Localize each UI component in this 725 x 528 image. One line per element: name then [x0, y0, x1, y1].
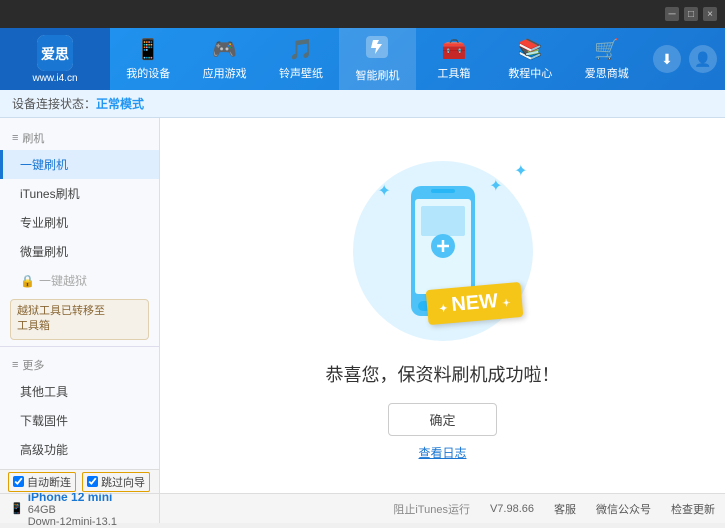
success-graphic: ✦ ✦ NEW ✦ — [343, 151, 543, 351]
sparkle-3: ✦ — [514, 161, 527, 181]
more-section: ≡ 更多 其他工具 下载固件 高级功能 — [0, 353, 159, 464]
sidebar-item-pro-flash[interactable]: 专业刷机 — [0, 208, 159, 237]
device-capacity: 64GB — [28, 504, 117, 516]
wizard-link[interactable]: 查看日志 — [418, 444, 466, 461]
content-area: ✦ ✦ NEW ✦ 恭喜您，保资料刷机成功啦！ 确定 查看日志 — [160, 118, 725, 493]
skip-wizard-text: 跳过向导 — [101, 474, 145, 490]
skip-wizard-label[interactable]: 跳过向导 — [82, 472, 150, 492]
status-value: 正常模式 — [96, 95, 144, 112]
nav-my-device[interactable]: 📱 我的设备 — [110, 28, 186, 90]
toolbox-icon: 🧰 — [441, 37, 466, 62]
flash-section-icon: ≡ — [12, 132, 18, 144]
lock-icon: 🔒 — [20, 274, 35, 288]
status-label: 设备连接状态： — [12, 95, 96, 112]
sparkle-2: ✦ — [489, 176, 502, 196]
wechat-public-link[interactable]: 微信公众号 — [596, 501, 651, 517]
header-right: ⬇ 👤 — [645, 28, 725, 90]
more-section-title: ≡ 更多 — [0, 353, 159, 377]
version-text: V7.98.66 — [490, 503, 534, 515]
nav-store[interactable]: 🛒 爱思商城 — [569, 28, 645, 90]
minimize-button[interactable]: ─ — [665, 7, 679, 21]
itunes-running-text: 阻止iTunes运行 — [393, 501, 470, 517]
more-section-label: 更多 — [22, 357, 44, 373]
apps-games-icon: 🎮 — [212, 37, 237, 62]
bottom-bar: 📱 iPhone 12 mini 64GB Down-12mini-13.1 自… — [0, 493, 725, 523]
sidebar: ≡ 刷机 一键刷机 iTunes刷机 专业刷机 微量刷机 🔒 一键越狱 越狱工具… — [0, 118, 160, 493]
sidebar-item-other-tools[interactable]: 其他工具 — [0, 377, 159, 406]
skip-wizard-checkbox[interactable] — [87, 476, 98, 487]
customer-service-link[interactable]: 客服 — [554, 501, 576, 517]
ringtone-label: 铃声壁纸 — [279, 65, 323, 81]
apps-games-label: 应用游戏 — [203, 65, 247, 81]
jailbreak-label: 一键越狱 — [39, 272, 87, 289]
device-info: iPhone 12 mini 64GB Down-12mini-13.1 — [28, 490, 117, 528]
device-version: Down-12mini-13.1 — [28, 516, 117, 528]
flash-section-label: 刷机 — [22, 130, 44, 146]
ringtone-icon: 🎵 — [289, 37, 314, 62]
nav-apps-games[interactable]: 🎮 应用游戏 — [186, 28, 262, 90]
check-update-link[interactable]: 检查更新 — [671, 501, 715, 517]
jailbreak-note: 越狱工具已转移至 工具箱 — [10, 299, 149, 340]
logo-area[interactable]: 爱思 www.i4.cn — [0, 28, 110, 90]
nav-ringtone[interactable]: 🎵 铃声壁纸 — [263, 28, 339, 90]
sparkle-1: ✦ — [378, 181, 391, 201]
tutorial-label: 教程中心 — [508, 65, 552, 81]
auto-disconnect-checkbox[interactable] — [13, 476, 24, 487]
sidebar-divider — [0, 346, 159, 347]
sidebar-item-one-key-flash[interactable]: 一键刷机 — [0, 150, 159, 179]
nav-tutorial[interactable]: 📚 教程中心 — [492, 28, 568, 90]
itunes-status-area: 📱 iPhone 12 mini 64GB Down-12mini-13.1 — [0, 494, 160, 523]
logo-icon: 爱思 — [37, 35, 73, 71]
flash-section-title: ≡ 刷机 — [0, 126, 159, 150]
version-area: 阻止iTunes运行 V7.98.66 客服 微信公众号 检查更新 — [160, 501, 725, 517]
titlebar: ─ □ × — [0, 0, 725, 28]
tutorial-icon: 📚 — [518, 37, 543, 62]
nav-smart-flash[interactable]: 智能刷机 — [339, 28, 415, 90]
nav-items: 📱 我的设备 🎮 应用游戏 🎵 铃声壁纸 智能刷机 🧰 工具箱 📚 — [110, 28, 645, 90]
new-badge: NEW — [426, 281, 524, 324]
logo-url: www.i4.cn — [32, 73, 77, 84]
sidebar-item-itunes-flash[interactable]: iTunes刷机 — [0, 179, 159, 208]
maximize-button[interactable]: □ — [684, 7, 698, 21]
close-button[interactable]: × — [703, 7, 717, 21]
download-button[interactable]: ⬇ — [653, 45, 681, 73]
sidebar-item-advanced[interactable]: 高级功能 — [0, 435, 159, 464]
circle-background: ✦ ✦ NEW — [353, 161, 533, 341]
checkbox-area: 自动断连 跳过向导 — [0, 469, 160, 493]
my-device-icon: 📱 — [136, 37, 161, 62]
flash-section: ≡ 刷机 一键刷机 iTunes刷机 专业刷机 微量刷机 🔒 一键越狱 越狱工具… — [0, 126, 159, 340]
success-message: 恭喜您，保资料刷机成功啦！ — [326, 361, 560, 387]
sidebar-item-download-firmware[interactable]: 下载固件 — [0, 406, 159, 435]
smart-flash-icon — [366, 36, 388, 64]
more-section-icon: ≡ — [12, 359, 18, 371]
user-button[interactable]: 👤 — [689, 45, 717, 73]
nav-toolbox[interactable]: 🧰 工具箱 — [416, 28, 492, 90]
my-device-label: 我的设备 — [126, 65, 170, 81]
sidebar-item-micro-flash[interactable]: 微量刷机 — [0, 237, 159, 266]
header: 爱思 www.i4.cn 📱 我的设备 🎮 应用游戏 🎵 铃声壁纸 智能刷机 — [0, 28, 725, 90]
store-label: 爱思商城 — [585, 65, 629, 81]
store-icon: 🛒 — [594, 37, 619, 62]
main-layout: ≡ 刷机 一键刷机 iTunes刷机 专业刷机 微量刷机 🔒 一键越狱 越狱工具… — [0, 118, 725, 493]
toolbox-label: 工具箱 — [437, 65, 470, 81]
phone-small-icon: 📱 — [10, 502, 24, 515]
svg-text:爱思: 爱思 — [41, 46, 69, 62]
auto-disconnect-label[interactable]: 自动断连 — [8, 472, 76, 492]
auto-disconnect-text: 自动断连 — [27, 474, 71, 490]
status-bar: 设备连接状态： 正常模式 — [0, 90, 725, 118]
smart-flash-label: 智能刷机 — [355, 67, 399, 83]
sidebar-item-jailbreak: 🔒 一键越狱 — [0, 266, 159, 295]
confirm-button[interactable]: 确定 — [388, 403, 496, 436]
